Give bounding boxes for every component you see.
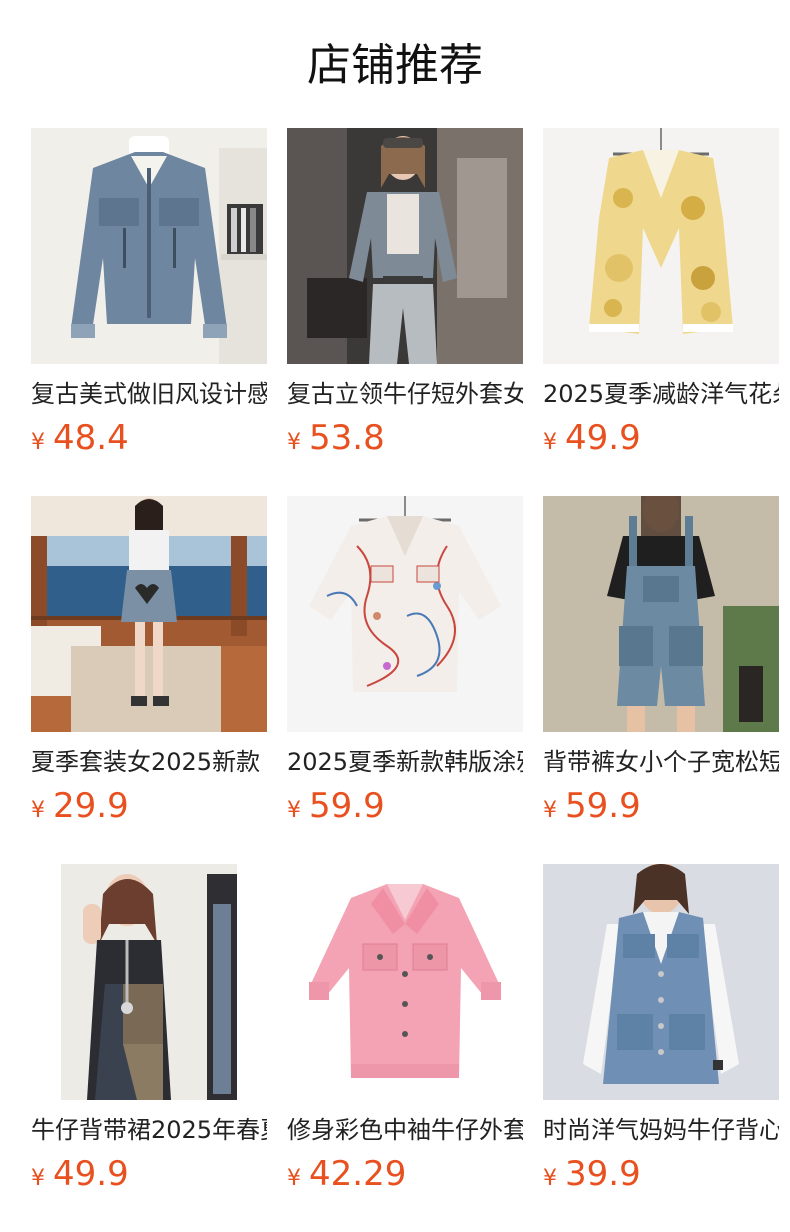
price-amount: 59.9: [565, 786, 641, 826]
product-price: ¥59.9: [543, 786, 779, 826]
product-image[interactable]: [543, 496, 779, 732]
currency-symbol: ¥: [543, 430, 557, 455]
currency-symbol: ¥: [287, 1166, 301, 1191]
product-image[interactable]: [287, 128, 523, 364]
price-amount: 29.9: [53, 786, 129, 826]
product-name[interactable]: 背带裤女小个子宽松短裤: [543, 746, 779, 778]
product-name[interactable]: 时尚洋气妈妈牛仔背心: [543, 1114, 779, 1146]
currency-symbol: ¥: [31, 430, 45, 455]
product-name[interactable]: 牛仔背带裙2025年春夏: [31, 1114, 267, 1146]
currency-symbol: ¥: [287, 798, 301, 823]
product-image[interactable]: [31, 864, 267, 1100]
price-amount: 39.9: [565, 1154, 641, 1194]
currency-symbol: ¥: [31, 798, 45, 823]
currency-symbol: ¥: [31, 1166, 45, 1191]
product-card[interactable]: 2025夏季减龄洋气花朵马甲 ¥49.9: [543, 128, 779, 496]
product-name[interactable]: 修身彩色中袖牛仔外套: [287, 1114, 523, 1146]
price-amount: 53.8: [309, 418, 385, 458]
product-image[interactable]: [31, 128, 267, 364]
product-card[interactable]: 背带裤女小个子宽松短裤 ¥59.9: [543, 496, 779, 864]
price-amount: 59.9: [309, 786, 385, 826]
section-title: 店铺推荐: [307, 40, 483, 91]
currency-symbol: ¥: [287, 430, 301, 455]
product-price: ¥53.8: [287, 418, 523, 458]
product-card[interactable]: 复古美式做旧风设计感牛仔外套 ¥48.4: [31, 128, 267, 496]
product-name[interactable]: 2025夏季减龄洋气花朵马甲: [543, 378, 779, 410]
product-card[interactable]: 夏季套装女2025新款 ¥29.9: [31, 496, 267, 864]
product-name[interactable]: 夏季套装女2025新款: [31, 746, 267, 778]
product-image[interactable]: [31, 496, 267, 732]
product-price: ¥49.9: [543, 418, 779, 458]
product-image[interactable]: [543, 864, 779, 1100]
product-price: ¥39.9: [543, 1154, 779, 1194]
product-name[interactable]: 2025夏季新款韩版涂鸦外套: [287, 746, 523, 778]
price-amount: 49.9: [565, 418, 641, 458]
product-name[interactable]: 复古美式做旧风设计感牛仔外套: [31, 378, 267, 410]
product-card[interactable]: 修身彩色中袖牛仔外套 ¥42.29: [287, 864, 523, 1232]
product-price: ¥49.9: [31, 1154, 267, 1194]
currency-symbol: ¥: [543, 798, 557, 823]
product-name[interactable]: 复古立领牛仔短外套女: [287, 378, 523, 410]
product-price: ¥29.9: [31, 786, 267, 826]
product-image[interactable]: [287, 496, 523, 732]
product-image[interactable]: [287, 864, 523, 1100]
price-amount: 42.29: [309, 1154, 407, 1194]
product-price: ¥48.4: [31, 418, 267, 458]
product-card[interactable]: 牛仔背带裙2025年春夏 ¥49.9: [31, 864, 267, 1232]
price-amount: 48.4: [53, 418, 129, 458]
product-grid: 复古美式做旧风设计感牛仔外套 ¥48.4 复古立领牛仔短外套女: [31, 128, 790, 1232]
price-amount: 49.9: [53, 1154, 129, 1194]
product-card[interactable]: 2025夏季新款韩版涂鸦外套 ¥59.9: [287, 496, 523, 864]
product-card[interactable]: 时尚洋气妈妈牛仔背心 ¥39.9: [543, 864, 779, 1232]
currency-symbol: ¥: [543, 1166, 557, 1191]
product-card[interactable]: 复古立领牛仔短外套女 ¥53.8: [287, 128, 523, 496]
product-image[interactable]: [543, 128, 779, 364]
product-price: ¥59.9: [287, 786, 523, 826]
product-price: ¥42.29: [287, 1154, 523, 1194]
